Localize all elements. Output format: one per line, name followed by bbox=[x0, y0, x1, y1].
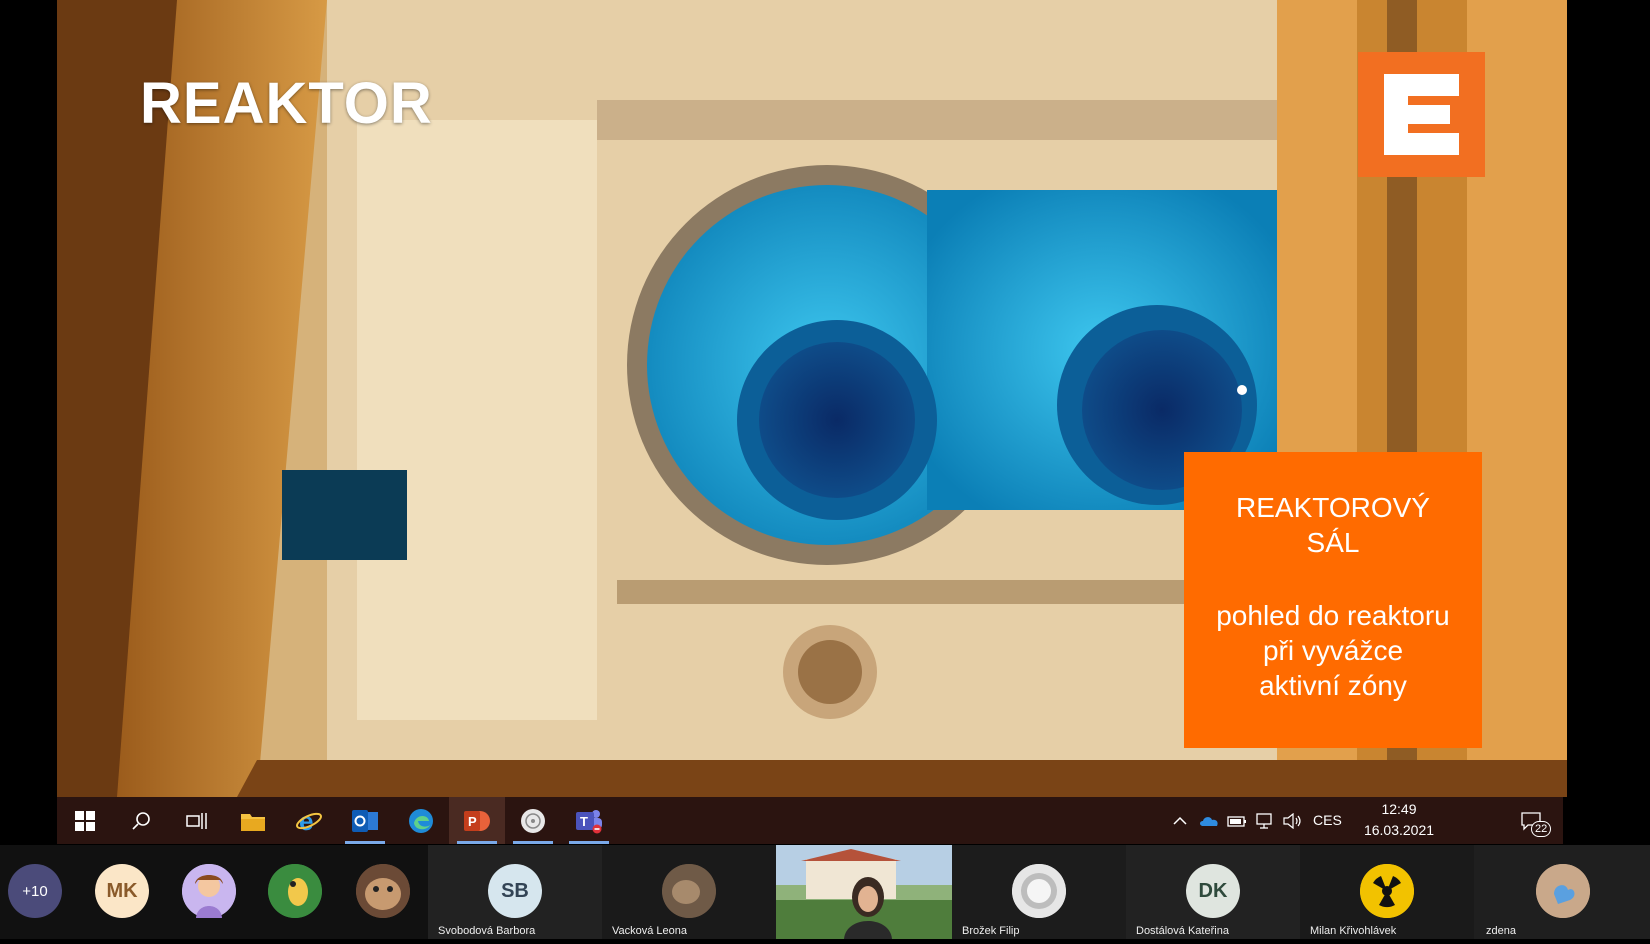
participant-name: Milan Křivohlávek bbox=[1310, 925, 1397, 937]
participant-name: zdena bbox=[1486, 925, 1516, 937]
participant-name: Svobodová Barbora bbox=[438, 925, 536, 937]
powerpoint-icon[interactable]: P bbox=[449, 797, 505, 844]
participant-avatar: SB bbox=[488, 864, 542, 918]
slide-title: REAKTOR bbox=[140, 71, 433, 136]
clock-date[interactable]: 16.03.2021 bbox=[1347, 822, 1451, 838]
presentation-slide: REAKTOR REAKTOROVÝ SÁL pohled do reaktor… bbox=[57, 0, 1567, 797]
cez-logo bbox=[1358, 52, 1485, 177]
info-box: REAKTOROVÝ SÁL pohled do reaktoru při vy… bbox=[1184, 452, 1482, 748]
active-speaker-video[interactable] bbox=[776, 845, 952, 939]
svg-text:T: T bbox=[580, 814, 588, 829]
chevron-up-icon[interactable] bbox=[1165, 797, 1195, 844]
battery-icon[interactable] bbox=[1223, 797, 1251, 844]
participant-tile[interactable]: Milan Křivohlávek bbox=[1300, 845, 1474, 939]
info-heading-line1: REAKTOROVÝ bbox=[1236, 492, 1430, 523]
participant-avatar bbox=[1012, 864, 1066, 918]
outlook-icon[interactable] bbox=[337, 797, 393, 844]
participant-tile[interactable]: Brožek Filip bbox=[952, 845, 1126, 939]
notification-count: 22 bbox=[1531, 821, 1552, 837]
info-heading-line2: SÁL bbox=[1306, 527, 1360, 558]
start-icon[interactable] bbox=[57, 797, 113, 844]
participant-avatar[interactable] bbox=[182, 864, 236, 918]
info-text-line3: aktivní zóny bbox=[1259, 670, 1407, 701]
volume-icon[interactable] bbox=[1279, 797, 1307, 844]
info-text-line2: při vyvážce bbox=[1262, 635, 1404, 666]
language-indicator[interactable]: CES bbox=[1313, 812, 1342, 828]
teams-icon[interactable]: T bbox=[561, 797, 617, 844]
app-icon[interactable] bbox=[505, 797, 561, 844]
participant-avatar[interactable] bbox=[356, 864, 410, 918]
edge-icon[interactable] bbox=[393, 797, 449, 844]
participant-name: Dostálová Kateřina bbox=[1136, 925, 1229, 937]
participant-avatar[interactable]: MK bbox=[95, 864, 149, 918]
participant-tile[interactable]: zdena bbox=[1474, 845, 1650, 939]
network-icon[interactable] bbox=[1251, 797, 1279, 844]
internet-explorer-icon[interactable]: e bbox=[281, 797, 337, 844]
task-view-icon[interactable] bbox=[169, 797, 225, 844]
participant-tile[interactable]: DK Dostálová Kateřina bbox=[1126, 845, 1300, 939]
participant-avatar bbox=[1360, 864, 1414, 918]
speaker-video-frame bbox=[776, 845, 952, 939]
participant-avatar bbox=[1536, 864, 1590, 918]
file-explorer-icon[interactable] bbox=[225, 797, 281, 844]
svg-text:P: P bbox=[468, 814, 477, 829]
clock-time[interactable]: 12:49 bbox=[1365, 801, 1433, 817]
search-icon[interactable] bbox=[113, 797, 169, 844]
participant-avatar bbox=[662, 864, 716, 918]
onedrive-icon[interactable] bbox=[1195, 797, 1223, 844]
info-text-line1: pohled do reaktoru bbox=[1216, 600, 1450, 631]
participant-tile[interactable]: SB Svobodová Barbora bbox=[428, 845, 602, 939]
notification-center-icon[interactable]: 22 bbox=[1509, 797, 1553, 844]
overflow-participants-button[interactable]: +10 bbox=[8, 864, 62, 918]
participant-avatar[interactable] bbox=[268, 864, 322, 918]
windows-taskbar: e P T CES 12:49 16.03.2021 22 bbox=[57, 797, 1563, 844]
participant-strip: +10 MK SB Svobodová Barbora Vacková Leon… bbox=[0, 845, 1650, 939]
participant-name: Vacková Leona bbox=[612, 925, 688, 937]
participant-tile[interactable]: Vacková Leona bbox=[602, 845, 776, 939]
participant-avatar: DK bbox=[1186, 864, 1240, 918]
participant-name: Brožek Filip bbox=[962, 925, 1020, 937]
